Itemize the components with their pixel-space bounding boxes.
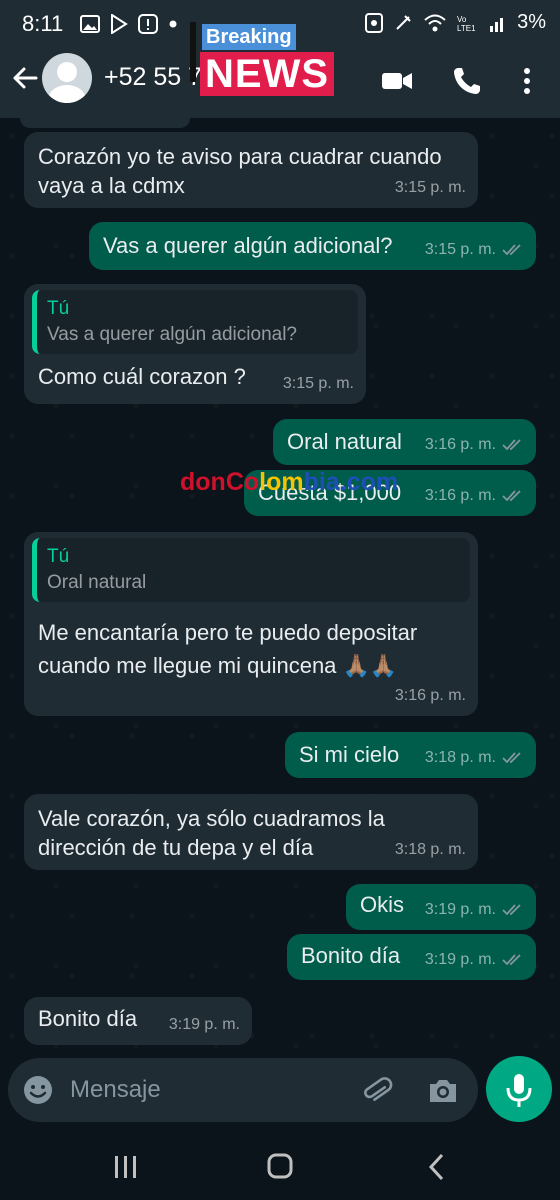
read-ticks-icon (502, 903, 521, 915)
nfc-icon (365, 12, 384, 33)
quoted-message[interactable]: Tú Oral natural (32, 538, 470, 602)
message-text: Oral natural (287, 429, 402, 454)
gallery-icon (80, 15, 100, 33)
read-ticks-icon (502, 953, 521, 965)
contact-name[interactable]: +52 55 7 (104, 63, 202, 92)
message-time: 3:16 p. m. (425, 430, 524, 459)
read-ticks-icon (502, 243, 521, 255)
breaking-label: Breaking (202, 24, 296, 50)
message-text: Si mi cielo (299, 742, 400, 767)
chat-area[interactable]: Corazón yo te aviso para cuadrar cuando … (0, 108, 560, 1068)
message-text: Bonito día (38, 1006, 138, 1031)
message-out[interactable]: Oral natural 3:16 p. m. (273, 419, 536, 465)
alert-icon (138, 14, 158, 34)
message-time: 3:16 p. m. (394, 687, 466, 704)
message-text: Okis (360, 892, 404, 917)
battery-level: 3% (517, 11, 546, 33)
message-text: Vale corazón, ya sólo cuadramos la direc… (38, 806, 385, 860)
attach-icon[interactable] (360, 1074, 394, 1108)
wifi-icon (424, 14, 446, 31)
message-time: 3:16 p. m. (425, 481, 524, 510)
video-call-icon[interactable] (380, 64, 414, 98)
message-text: Vas a querer algún adicional? (103, 233, 393, 258)
emoji-icon[interactable] (22, 1074, 54, 1106)
phone-icon[interactable] (450, 64, 484, 98)
message-input[interactable] (70, 1070, 340, 1110)
watermark-logo: donColombia.com (180, 468, 399, 496)
message-out[interactable]: Si mi cielo 3:18 p. m. (285, 732, 536, 778)
message-time: 3:18 p. m. (425, 743, 524, 772)
message-time: 3:15 p. m. (282, 375, 354, 392)
quote-text: Vas a querer algún adicional? (47, 324, 297, 345)
message-text: Bonito día (301, 943, 401, 968)
mute-icon (396, 14, 411, 30)
read-ticks-icon (502, 751, 521, 763)
play-store-icon (111, 14, 128, 34)
status-time: 8:11 (22, 11, 64, 36)
quote-author: Tú (47, 298, 70, 319)
home-icon[interactable] (262, 1150, 298, 1184)
read-ticks-icon (502, 438, 521, 450)
message-time: 3:15 p. m. (394, 179, 466, 196)
back-arrow-icon[interactable] (10, 63, 40, 93)
message-out[interactable]: Bonito día 3:19 p. m. (287, 934, 536, 980)
svg-text:Vo: Vo (457, 15, 467, 24)
read-ticks-icon (502, 489, 521, 501)
quote-text: Oral natural (47, 572, 147, 593)
status-right-icons: Vo LTE1 3% (365, 11, 546, 34)
news-label: NEWS (200, 52, 334, 96)
dot-icon (169, 20, 177, 28)
camera-icon[interactable] (426, 1074, 460, 1108)
message-out[interactable]: Vas a querer algún adicional? 3:15 p. m. (89, 222, 536, 270)
message-bubble-partial (20, 108, 190, 128)
message-time: 3:18 p. m. (394, 841, 466, 858)
message-in-reply[interactable]: Tú Vas a querer algún adicional? Como cu… (24, 284, 366, 404)
message-time: 3:19 p. m. (425, 945, 524, 974)
quote-author: Tú (47, 546, 70, 567)
lte-icon: VoLTE1 (457, 15, 476, 33)
message-text: Me encantaría pero te puedo depositar cu… (38, 620, 418, 678)
status-left-icons (80, 14, 178, 34)
mic-button[interactable] (486, 1056, 552, 1122)
quoted-message[interactable]: Tú Vas a querer algún adicional? (32, 290, 358, 354)
system-nav-bar (0, 1130, 560, 1200)
message-in-reply[interactable]: Tú Oral natural Me encantaría pero te pu… (24, 532, 478, 716)
mic-icon (506, 1074, 532, 1107)
svg-text:LTE1: LTE1 (457, 24, 476, 33)
more-icon[interactable] (510, 64, 544, 98)
message-in[interactable]: Corazón yo te aviso para cuadrar cuando … (24, 132, 478, 208)
avatar[interactable] (42, 53, 92, 103)
message-time: 3:15 p. m. (425, 235, 524, 264)
recent-apps-icon[interactable] (108, 1150, 144, 1184)
message-in[interactable]: Bonito día 3:19 p. m. (24, 997, 252, 1045)
signal-icon (490, 17, 504, 32)
message-out[interactable]: Okis 3:19 p. m. (346, 884, 536, 930)
back-nav-icon[interactable] (420, 1150, 456, 1184)
breaking-news-overlay: Breaking NEWS (190, 22, 350, 102)
message-time: 3:19 p. m. (168, 1016, 240, 1033)
message-time: 3:19 p. m. (425, 895, 524, 924)
message-in[interactable]: Vale corazón, ya sólo cuadramos la direc… (24, 794, 478, 870)
message-composer (8, 1058, 478, 1122)
